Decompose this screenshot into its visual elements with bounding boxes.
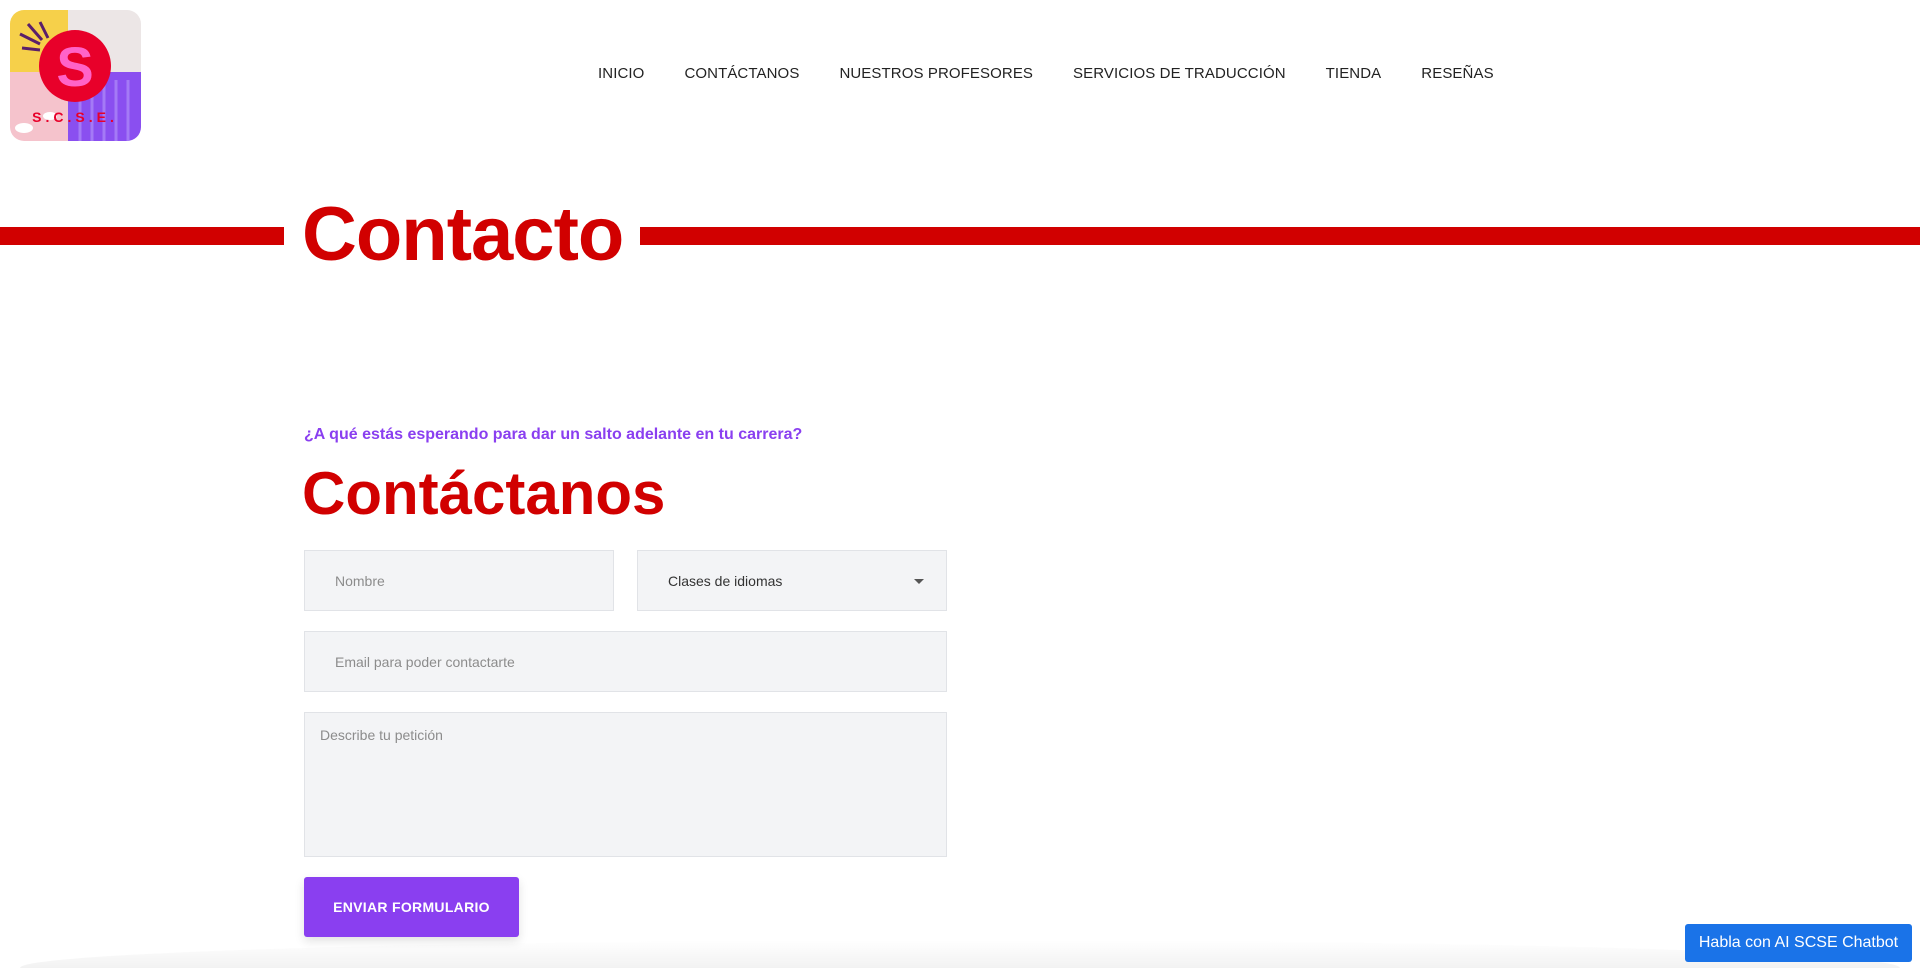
service-select-value: Clases de idiomas xyxy=(668,572,783,589)
contact-title: Contáctanos xyxy=(302,460,666,527)
service-select[interactable]: Clases de idiomas xyxy=(637,550,947,611)
nav-item-inicio[interactable]: INICIO xyxy=(598,64,644,84)
name-input[interactable] xyxy=(304,550,614,611)
nav-item-nuestros-profesores[interactable]: NUESTROS PROFESORES xyxy=(839,64,1033,84)
hero-bar-left xyxy=(0,227,284,245)
site-logo[interactable]: S S.C.S.E. xyxy=(10,10,141,141)
page-title: Contacto xyxy=(302,192,624,277)
logo-letters: S.C.S.E. xyxy=(32,109,118,125)
email-input[interactable] xyxy=(304,631,947,692)
hero-bar-right xyxy=(640,227,1920,245)
request-textarea[interactable] xyxy=(304,712,947,857)
chevron-down-icon xyxy=(914,579,924,584)
nav-item-contactanos[interactable]: CONTÁCTANOS xyxy=(684,64,799,84)
nav-item-tienda[interactable]: TIENDA xyxy=(1326,64,1382,84)
submit-form-button[interactable]: ENVIAR FORMULARIO xyxy=(304,877,519,937)
chatbot-button[interactable]: Habla con AI SCSE Chatbot xyxy=(1685,924,1912,962)
contact-kicker: ¿A qué estás esperando para dar un salto… xyxy=(304,426,803,443)
main-nav: INICIO CONTÁCTANOS NUESTROS PROFESORES S… xyxy=(598,64,1494,84)
logo-initial: S xyxy=(56,35,93,98)
nav-item-servicios-de-traduccion[interactable]: SERVICIOS DE TRADUCCIÓN xyxy=(1073,64,1286,84)
footer-shadow xyxy=(20,940,1900,968)
nav-item-resenas[interactable]: RESEÑAS xyxy=(1421,64,1493,84)
logo-graphic: S S.C.S.E. xyxy=(10,10,141,141)
